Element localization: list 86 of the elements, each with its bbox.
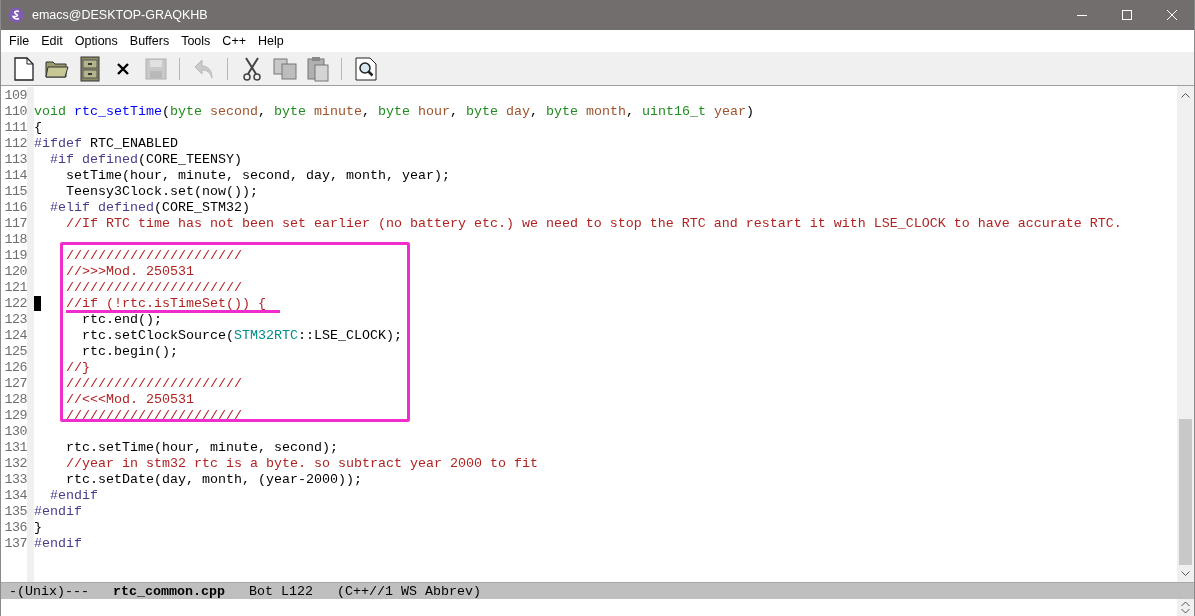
code-line: #endif [34, 535, 82, 551]
line-number: 132 [3, 455, 27, 471]
code-line: //year in stm32 rtc is a byte. so subtract year 2000 to fit [65, 455, 538, 471]
line-number: 134 [3, 487, 27, 503]
code-line: Teensy3Clock.set(now()); [65, 183, 258, 199]
line-number: 121 [3, 279, 27, 295]
code-line: #endif [49, 487, 98, 503]
code-line: #endif [34, 503, 82, 519]
line-number: 126 [3, 359, 27, 375]
line-number: 137 [3, 535, 27, 551]
line-number: 120 [3, 263, 27, 279]
line-number: 115 [3, 183, 27, 199]
line-number: 116 [3, 199, 27, 215]
code-line: //} [65, 359, 90, 375]
scroll-down-icon [1181, 570, 1190, 577]
menu-item[interactable]: Options [68, 34, 124, 48]
code-line: { [34, 119, 42, 135]
line-number: 122 [3, 295, 27, 311]
menu-item[interactable]: Help [252, 34, 290, 48]
close-icon [116, 62, 129, 75]
code-line: void rtc_setTime(byte second, byte minute, byte hour, byte day, byte month, uint16_t year) [34, 103, 754, 119]
maximize-icon [1121, 10, 1132, 20]
menu-item[interactable]: C++ [216, 34, 252, 48]
code-line: } [34, 519, 42, 535]
file-cabinet-icon [79, 55, 100, 82]
line-number: 125 [3, 343, 27, 359]
line-number: 129 [3, 407, 27, 423]
line-number: 117 [3, 215, 27, 231]
clipboard-icon [306, 55, 329, 82]
menu-item[interactable]: Buffers [123, 34, 176, 48]
buffer-name: rtc_common.cpp [113, 583, 225, 599]
line-number: 131 [3, 439, 27, 455]
mode-line-text: (C++//1 WS Abbrev) [336, 583, 481, 599]
scroll-thumb[interactable] [1179, 419, 1192, 565]
line-number: 113 [3, 151, 27, 167]
search-icon [354, 56, 377, 81]
line-number: 135 [3, 503, 27, 519]
folder-icon [44, 58, 69, 79]
line-number: 128 [3, 391, 27, 407]
code-line: ////////////////////// [65, 279, 242, 295]
code-line: rtc.setTime(hour, minute, second); [65, 439, 338, 455]
code-line: rtc.setClockSource(STM32RTC::LSE_CLOCK); [81, 327, 402, 343]
scrollbar[interactable] [1177, 86, 1194, 582]
code-line: //<<<Mod. 250531 [65, 391, 194, 407]
line-number: 114 [3, 167, 27, 183]
line-number: 110 [3, 103, 27, 119]
code-line: ////////////////////// [65, 407, 242, 423]
code-line: #if defined(CORE_TEENSY) [49, 151, 242, 167]
mode-line-text: -(Unix)--- [9, 583, 89, 599]
code-line: //If RTC time has not been set earlier (no battery etc.) we need to stop the RTC and restart it with LSE_CLOCK to have accurate RTC. [65, 215, 1122, 231]
line-number: 123 [3, 311, 27, 327]
mode-line-text: Bot L122 [248, 583, 313, 599]
scroll-arrows-icon [1181, 601, 1190, 614]
code-line: #ifdef RTC_ENABLED [34, 135, 178, 151]
menu-item[interactable]: Edit [35, 34, 69, 48]
line-number: 111 [3, 119, 27, 135]
code-line: ////////////////////// [65, 375, 242, 391]
code-line: #elif defined(CORE_STM32) [49, 199, 250, 215]
line-number: 136 [3, 519, 27, 535]
line-number: 133 [3, 471, 27, 487]
minimize-icon [1076, 14, 1087, 16]
line-number: 118 [3, 231, 27, 247]
code-line: rtc.begin(); [81, 343, 178, 359]
code-line: ////////////////////// [65, 247, 242, 263]
undo-icon [193, 57, 214, 80]
scroll-up-icon [1181, 91, 1190, 98]
code-line: //>>>Mod. 250531 [65, 263, 194, 279]
close-icon [1166, 10, 1177, 20]
app-logo-icon [8, 7, 24, 23]
menu-item[interactable]: Tools [175, 34, 217, 48]
new-file-icon [13, 56, 34, 81]
line-number: 124 [3, 327, 27, 343]
code-line: setTime(hour, minute, second, day, month, year); [65, 167, 450, 183]
copy-icon [272, 57, 297, 80]
menu-item[interactable]: File [3, 34, 36, 48]
code-line: rtc.setDate(day, month, (year-2000)); [65, 471, 362, 487]
line-number: 127 [3, 375, 27, 391]
scissors-icon [241, 56, 262, 81]
code-line: rtc.end(); [81, 311, 162, 327]
line-number: 119 [3, 247, 27, 263]
line-number: 130 [3, 423, 27, 439]
line-number: 112 [3, 135, 27, 151]
window-title: emacs@DESKTOP-GRAQKHB [32, 8, 209, 22]
line-number: 109 [3, 87, 27, 103]
save-icon [144, 57, 167, 80]
code-line: //if (!rtc.isTimeSet()) { [65, 295, 266, 311]
